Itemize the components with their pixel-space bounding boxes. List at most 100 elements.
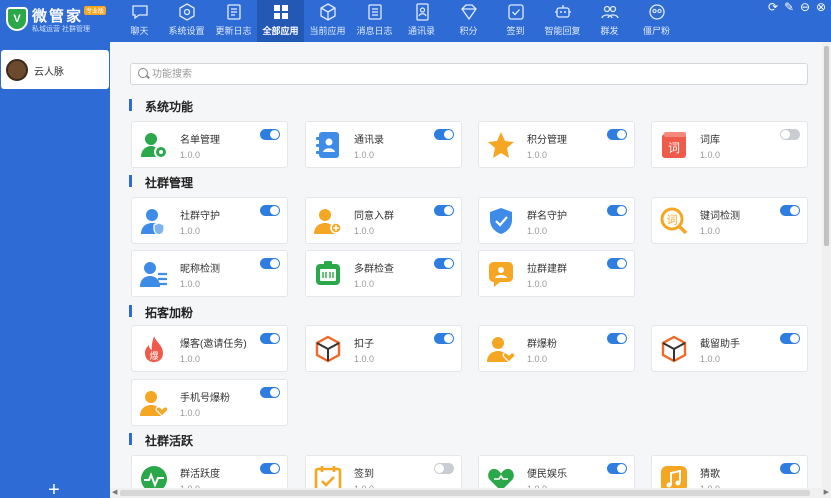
search-input[interactable] (152, 66, 792, 82)
enable-toggle[interactable] (607, 463, 627, 474)
app-logo: V 微管家 私域运营 社群管理 专业版 (4, 4, 108, 38)
enable-toggle[interactable] (607, 258, 627, 269)
account-name: 云人脉 (34, 67, 64, 78)
section-title-community: 社群管理 (129, 174, 193, 190)
logo-shield-icon: V (6, 7, 28, 31)
chat-icon (131, 5, 148, 20)
user-heart-icon (140, 391, 169, 417)
enable-toggle[interactable] (434, 205, 454, 216)
enable-toggle[interactable] (434, 463, 454, 474)
enable-toggle[interactable] (434, 258, 454, 269)
shield-check-icon (490, 208, 512, 234)
fire-icon: 爆 (145, 336, 163, 362)
app-card-create-group[interactable]: 拉群建群 1.0.0 (478, 250, 635, 297)
tab-points[interactable]: 积分 (445, 0, 492, 42)
contacts-icon (415, 3, 429, 21)
enable-toggle[interactable] (260, 333, 280, 344)
enable-toggle[interactable] (434, 129, 454, 140)
enable-toggle[interactable] (780, 333, 800, 344)
user-shield-icon (141, 209, 165, 236)
multi-group-icon (316, 261, 340, 285)
enable-toggle[interactable] (607, 333, 627, 344)
enable-toggle[interactable] (780, 205, 800, 216)
enable-toggle[interactable] (607, 205, 627, 216)
lexicon-icon: 词 (662, 132, 686, 158)
create-group-icon (489, 262, 513, 287)
pin-icon[interactable]: ✎ (781, 0, 797, 14)
current-app-icon (319, 3, 336, 21)
section-title-system: 系统功能 (129, 98, 193, 114)
app-card-points-manage[interactable]: 积分管理 1.0.0 (478, 121, 635, 168)
app-card-lexicon[interactable]: 词 词库 1.0.0 (651, 121, 808, 168)
avatar (6, 59, 28, 81)
nickname-check-icon (140, 262, 167, 287)
account-item[interactable]: 云人脉 (1, 50, 109, 89)
enable-toggle[interactable] (260, 205, 280, 216)
section-title-activity: 社群活跃 (129, 432, 193, 448)
enable-toggle[interactable] (434, 333, 454, 344)
enable-toggle[interactable] (780, 463, 800, 474)
enable-toggle[interactable] (260, 258, 280, 269)
tab-all-apps[interactable]: 全部应用 (257, 0, 304, 42)
app-card-group-name-guard[interactable]: 群名守护 1.0.0 (478, 197, 635, 244)
user-add-icon (314, 209, 342, 234)
app-card-nickname-check[interactable]: 昵称检测 1.0.0 (131, 250, 288, 297)
app-card-community-guard[interactable]: 社群守护 1.0.0 (131, 197, 288, 244)
tab-update-log[interactable]: 更新日志 (210, 0, 257, 42)
app-card-list-manage[interactable]: 名单管理 1.0.0 (131, 121, 288, 168)
group-send-icon (600, 5, 619, 19)
top-bar: V 微管家 私域运营 社群管理 专业版 聊天 系统设置 更新日志 全部应用 当前… (0, 0, 831, 42)
star-icon (488, 132, 514, 158)
scroll-right-icon[interactable]: ▶ (824, 488, 829, 498)
scroll-thumb[interactable] (120, 490, 810, 496)
refresh-icon[interactable]: ⟳ (765, 0, 781, 14)
points-icon (460, 4, 477, 21)
robot-icon (554, 5, 571, 18)
vertical-scrollbar[interactable] (822, 42, 831, 488)
cube-icon (661, 335, 687, 363)
tab-contacts[interactable]: 通讯录 (398, 0, 445, 42)
horizontal-scrollbar[interactable]: ◀ ▶ (110, 488, 831, 498)
address-book-icon (316, 132, 339, 158)
tab-checkin[interactable]: 签到 (492, 0, 539, 42)
keyword-search-icon: 词 (660, 207, 688, 235)
close-icon[interactable]: ⊗ (813, 0, 829, 14)
tab-chat[interactable]: 聊天 (116, 0, 163, 42)
update-log-icon (226, 4, 241, 20)
scroll-thumb[interactable] (824, 46, 829, 246)
scroll-left-icon[interactable]: ◀ (112, 488, 117, 498)
app-card-multi-group-check[interactable]: 多群检查 1.0.0 (305, 250, 462, 297)
app-card-approve-join[interactable]: 同意入群 1.0.0 (305, 197, 462, 244)
tab-system-settings[interactable]: 系统设置 (163, 0, 210, 42)
svg-text:词: 词 (667, 214, 678, 227)
app-card-keyword-check[interactable]: 词 键词检测 1.0.0 (651, 197, 808, 244)
account-sidebar: 云人脉 + (0, 42, 110, 498)
cube-icon (315, 335, 341, 363)
enable-toggle[interactable] (607, 129, 627, 140)
tab-message-log[interactable]: 消息日志 (351, 0, 398, 42)
app-card-viral-invite[interactable]: 爆 爆客(邀请任务) 1.0.0 (131, 325, 288, 372)
app-card-group-fans[interactable]: 群爆粉 1.0.0 (478, 325, 635, 372)
enable-toggle[interactable] (260, 129, 280, 140)
app-card-intercept-helper[interactable]: 截留助手 1.0.0 (651, 325, 808, 372)
enable-toggle[interactable] (260, 463, 280, 474)
svg-text:词: 词 (668, 141, 680, 155)
enable-toggle[interactable] (780, 129, 800, 140)
minimize-icon[interactable]: ⊖ (797, 0, 813, 14)
apps-panel: 系统功能 名单管理 1.0.0 通讯录 1.0.0 积分管理 1.0.0 词 词… (110, 42, 831, 498)
app-card-phone-fans[interactable]: 手机号爆粉 1.0.0 (131, 379, 288, 426)
app-card-kouzi[interactable]: 扣子 1.0.0 (305, 325, 462, 372)
add-account-button[interactable]: + (44, 480, 64, 498)
tab-zombie-fans[interactable]: 僵尸粉 (633, 0, 680, 42)
section-title-acquire: 拓客加粉 (129, 304, 193, 320)
tab-current-app[interactable]: 当前应用 (304, 0, 351, 42)
zombie-fans-icon (648, 4, 665, 20)
app-card-address-book[interactable]: 通讯录 1.0.0 (305, 121, 462, 168)
search-icon (138, 68, 148, 78)
tab-group-send[interactable]: 群发 (586, 0, 633, 42)
message-log-icon (367, 4, 382, 20)
checkin-icon (507, 4, 524, 20)
enable-toggle[interactable] (260, 387, 280, 398)
tab-smart-reply[interactable]: 智能回复 (539, 0, 586, 42)
svg-text:爆: 爆 (149, 350, 158, 362)
